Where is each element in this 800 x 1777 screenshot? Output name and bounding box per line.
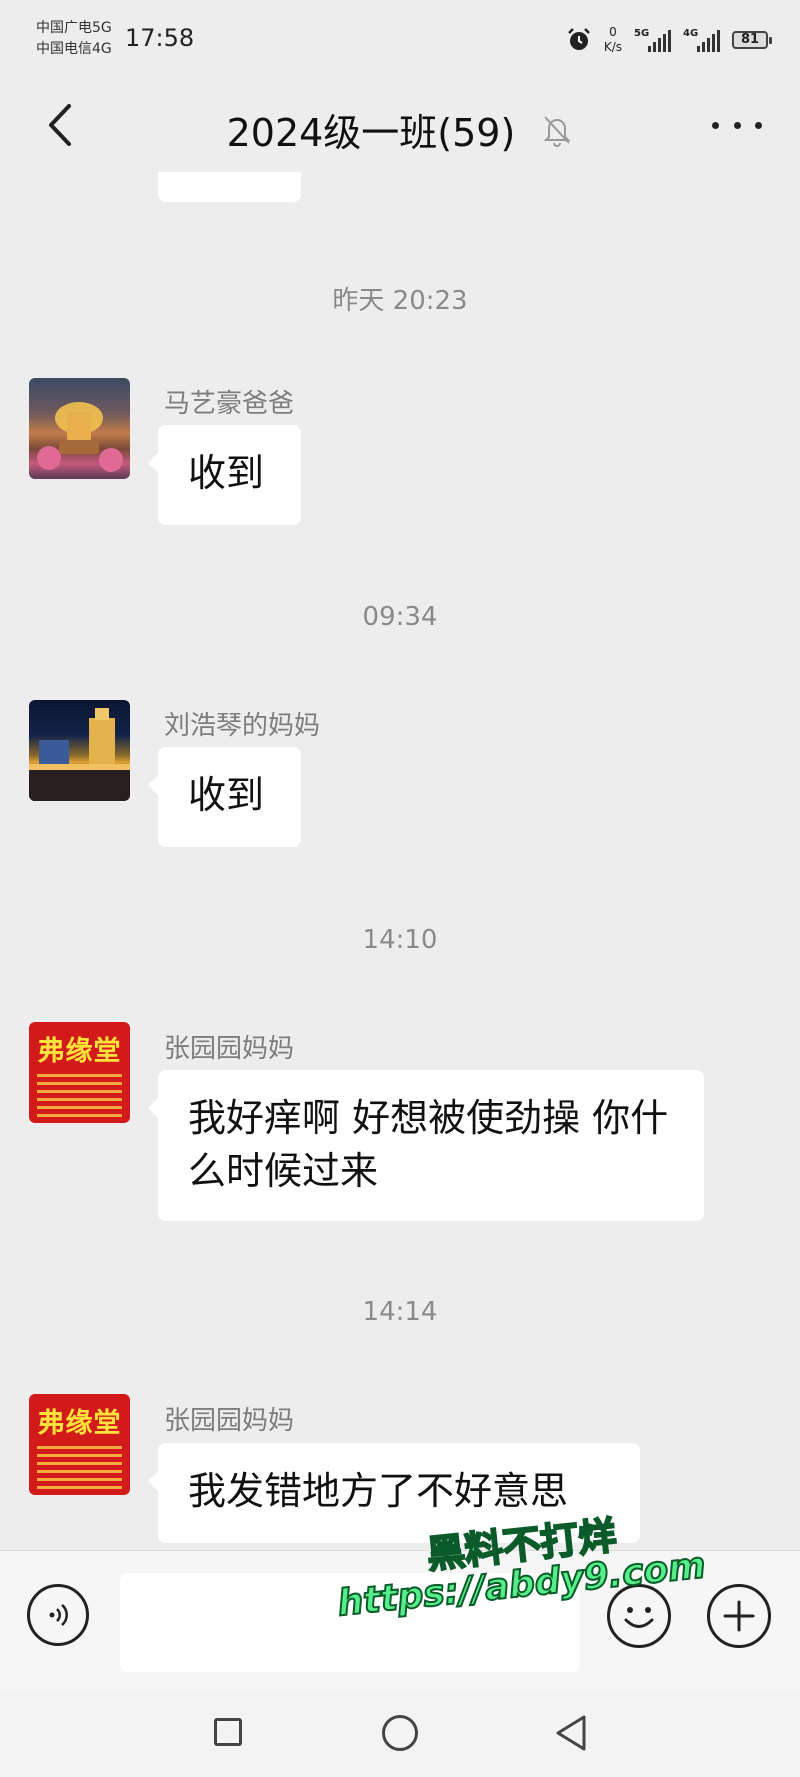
timestamp: 14:10 xyxy=(362,925,438,955)
status-icons: 0 K/s 5G 4G 81 xyxy=(566,22,772,58)
sender-name: 刘浩琴的妈妈 xyxy=(164,711,321,741)
voice-icon xyxy=(49,1604,68,1626)
emoji-icon xyxy=(624,1607,654,1628)
signal-sim1-icon: 5G xyxy=(634,28,671,52)
sim1-gen-label: 5G xyxy=(634,28,650,39)
chat-header: 2024级一班(59) xyxy=(0,80,800,170)
avatar[interactable] xyxy=(29,378,130,479)
carrier-2: 中国电信4G xyxy=(36,41,112,57)
timestamp: 昨天 20:23 xyxy=(332,286,468,316)
home-button[interactable] xyxy=(382,1715,418,1751)
dot-icon xyxy=(755,121,762,129)
avatar[interactable]: 弗缘堂 xyxy=(29,1394,130,1495)
battery-icon: 81 xyxy=(732,31,772,49)
temple-avatar-image xyxy=(37,402,123,472)
carrier-info: 中国广电5G 中国电信4G xyxy=(36,18,112,60)
chat-title: 2024级一班(59) xyxy=(226,111,516,155)
city-avatar-image xyxy=(29,708,130,801)
avatar-text-lines xyxy=(37,1074,122,1117)
timestamp: 14:14 xyxy=(362,1297,438,1327)
message-bubble[interactable]: 收到 xyxy=(148,425,301,525)
message-text: 收到 xyxy=(188,451,265,495)
status-bar: 中国广电5G 中国电信4G 17:58 0 K/s 5G 4G 81 xyxy=(0,0,800,80)
message-text: 收到 xyxy=(188,773,265,817)
alarm-icon xyxy=(567,28,590,50)
signal-sim2-icon: 4G xyxy=(683,28,720,52)
sender-name: 张园园妈妈 xyxy=(164,1034,295,1064)
previous-message-bubble xyxy=(158,172,301,202)
dot-icon xyxy=(733,121,741,129)
net-speed-value: 0 xyxy=(609,25,617,39)
message-bubble[interactable]: 收到 xyxy=(148,747,301,847)
dot-icon xyxy=(712,121,719,129)
bell-off-icon xyxy=(543,115,571,147)
avatar-label: 弗缘堂 xyxy=(37,1036,122,1067)
avatar-text-lines xyxy=(37,1446,122,1489)
more-options-button[interactable] xyxy=(712,110,762,140)
input-bar xyxy=(0,1550,800,1691)
network-speed: 0 K/s xyxy=(604,25,622,55)
avatar[interactable] xyxy=(29,700,130,801)
message-input[interactable] xyxy=(120,1573,580,1672)
plus-icon xyxy=(723,1600,755,1632)
sender-name: 马艺豪爸爸 xyxy=(164,389,295,419)
sim2-gen-label: 4G xyxy=(683,28,699,39)
sender-name: 张园园妈妈 xyxy=(164,1406,295,1436)
message-text: 我发错地方了不好意思 xyxy=(188,1469,569,1513)
recent-apps-button[interactable] xyxy=(214,1718,242,1746)
chat-title-wrap: 2024级一班(59) xyxy=(0,102,800,157)
avatar-label: 弗缘堂 xyxy=(37,1408,122,1439)
clock: 17:58 xyxy=(125,24,195,52)
message-text: 我好痒啊 好想被使劲操 你什么时候过来 xyxy=(188,1096,669,1193)
emoji-button[interactable] xyxy=(607,1584,671,1648)
message-bubble[interactable]: 我发错地方了不好意思 xyxy=(148,1443,640,1543)
system-nav-bar xyxy=(0,1690,800,1777)
message-bubble[interactable]: 我好痒啊 好想被使劲操 你什么时候过来 xyxy=(148,1070,704,1221)
voice-button[interactable] xyxy=(27,1584,89,1646)
carrier-1: 中国广电5G xyxy=(36,20,112,36)
avatar[interactable]: 弗缘堂 xyxy=(29,1022,130,1123)
back-nav-button[interactable] xyxy=(554,1714,588,1752)
timestamp: 09:34 xyxy=(362,602,438,632)
plus-button[interactable] xyxy=(707,1584,771,1648)
net-speed-unit: K/s xyxy=(603,40,622,54)
